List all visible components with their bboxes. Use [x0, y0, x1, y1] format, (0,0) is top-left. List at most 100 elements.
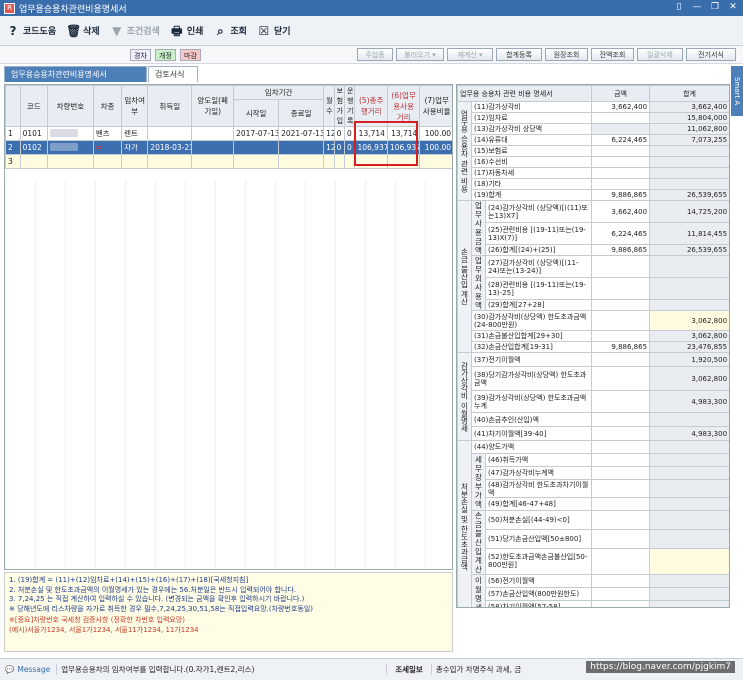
amount-cell[interactable] — [591, 277, 651, 300]
amount-cell[interactable]: 9,886,865 — [591, 189, 651, 201]
statement-row[interactable]: (28)관련비용 [(19-11)또는(19-13)-25] — [458, 277, 729, 300]
print-button[interactable]: 🖶 인쇄 — [170, 24, 203, 38]
months-cell[interactable] — [323, 154, 335, 169]
amount-cell[interactable] — [591, 510, 651, 530]
months-cell[interactable]: 12 — [323, 126, 335, 141]
ins-cell[interactable]: 0 — [333, 126, 346, 141]
recalc-button[interactable]: 재계산 ▾ — [447, 48, 493, 61]
condition-search-button[interactable]: ▼ 조건검색 — [110, 24, 160, 38]
ratio-cell[interactable]: 100.00 — [419, 126, 452, 141]
end-cell[interactable] — [278, 154, 325, 169]
statement-row[interactable]: (49)합계[46-47+48] — [458, 497, 729, 511]
statement-row[interactable]: (25)관련비용 [(19-11)또는(19-13)X(7)] 6,224,465… — [458, 222, 729, 245]
amount-cell[interactable]: 9,886,865 — [591, 341, 651, 353]
load-button[interactable]: 불러오기 ▾ — [396, 48, 444, 61]
statement-row[interactable]: 세무 장부 가액 (46)취득가액 — [458, 453, 729, 511]
amount-cell[interactable] — [591, 352, 651, 367]
amount-cell[interactable] — [591, 600, 651, 607]
statement-row[interactable]: (47)감가상각비누계액 — [458, 466, 729, 480]
statement-row[interactable]: (40)손금추인(산입)액 — [458, 412, 729, 427]
amount-cell[interactable] — [591, 366, 651, 391]
statement-row[interactable]: 손금 불산입 계산 업무 사용 금액 (24)감가상각비 (상당액)[((11)또는… — [457, 200, 729, 353]
acq-cell[interactable] — [147, 154, 193, 169]
statement-row[interactable]: (15)보험료 — [458, 145, 729, 157]
amount-cell[interactable] — [591, 145, 651, 157]
plate-cell[interactable] — [46, 140, 94, 155]
amount-cell[interactable] — [591, 156, 651, 168]
lease-cell[interactable]: 자가 — [121, 140, 149, 155]
statement-row[interactable]: 처분손실 및 한도초과금액 (44)양도가액 — [457, 440, 729, 607]
amount-cell[interactable]: 6,224,465 — [591, 134, 651, 146]
amount-cell[interactable]: 3,662,400 — [591, 200, 651, 223]
statement-row[interactable]: (16)수선비 — [458, 156, 729, 168]
ratio-cell[interactable]: 100.00 — [419, 140, 452, 155]
statement-row[interactable]: (38)당기감가상각비(상당액) 한도초과금액 3,062,800 — [458, 366, 729, 391]
bulk-delete-button[interactable]: 일괄삭제 — [637, 48, 683, 61]
amount-cell[interactable] — [591, 299, 651, 311]
amount-cell[interactable] — [591, 390, 651, 413]
amount-cell[interactable] — [591, 479, 651, 498]
code-cell[interactable] — [19, 154, 48, 169]
amount-cell[interactable] — [591, 574, 651, 588]
statement-row[interactable]: (13)감가상각비 상당액 11,062,800 — [458, 123, 729, 135]
plate-cell[interactable] — [46, 126, 94, 141]
amount-cell[interactable] — [591, 587, 651, 601]
ratio-cell[interactable] — [419, 154, 452, 169]
lease-cell[interactable] — [121, 154, 149, 169]
amount-cell[interactable] — [591, 310, 651, 331]
end-cell[interactable]: 2021-07-13 — [278, 126, 325, 141]
book-icon[interactable]: ▯ — [673, 2, 685, 13]
close-icon[interactable]: ✕ — [727, 2, 739, 13]
disp-cell[interactable] — [191, 126, 235, 141]
amount-cell[interactable] — [591, 123, 651, 135]
disp-cell[interactable] — [191, 154, 235, 169]
lease-cell[interactable]: 렌트 — [121, 126, 149, 141]
prior-form-button[interactable]: 전기서식 — [686, 48, 736, 61]
statement-row[interactable]: (30)감가상각비(상당액) 한도초과금액(24-800만원) 3,062,800 — [458, 310, 729, 331]
ledger-inquiry-button[interactable]: 원장조회 — [545, 48, 588, 61]
statement-row[interactable]: (19)합계 9,886,865 26,539,655 — [458, 189, 729, 201]
plate-cell[interactable] — [46, 154, 94, 169]
type-cell[interactable] — [92, 154, 123, 169]
statement-row[interactable]: (26)합계[(24)+(25)] 9,886,865 26,539,655 — [458, 244, 729, 256]
inquiry-button[interactable]: ⌕ 조회 — [213, 24, 247, 38]
main-business-button[interactable]: 주업종 — [357, 48, 393, 61]
acq-cell[interactable]: 2018-03-23 — [147, 140, 193, 155]
acq-cell[interactable] — [147, 126, 193, 141]
restore-icon[interactable]: ❐ — [709, 2, 721, 13]
amount-cell[interactable] — [591, 547, 651, 576]
tab-expense-statement[interactable]: 업무용승용차관련비용명세서 — [4, 66, 147, 82]
statement-row[interactable]: (32)손금산입합계[19-31] 9,886,865 23,476,855 — [458, 341, 729, 353]
amount-cell[interactable] — [591, 412, 651, 427]
statement-row[interactable]: (12)임차료 15,804,000 — [458, 112, 729, 124]
smart-a-panel[interactable]: Smart A — [731, 66, 743, 116]
statement-row[interactable]: 손금 불산입 계산 (50)처분손실[(44-49)<0] — [458, 510, 729, 575]
amount-cell[interactable] — [591, 255, 651, 278]
amount-cell[interactable]: 3,662,400 — [591, 101, 651, 113]
small-car-tag[interactable]: 경차 — [130, 49, 151, 61]
code-help-button[interactable]: ? 코드도움 — [6, 24, 57, 38]
statement-row[interactable]: (31)손금불산입합계[29+30] 3,062,800 — [458, 330, 729, 342]
tax-news-text[interactable]: 총수입가 차명주식 과세, 금 — [432, 664, 521, 675]
statement-row[interactable]: (14)유류대 6,224,465 7,073,255 — [458, 134, 729, 146]
end-cell[interactable] — [278, 140, 325, 155]
amount-cell[interactable] — [591, 453, 651, 467]
statement-row[interactable]: 이월 명세 (56)전기이월액 — [458, 574, 729, 607]
delete-button[interactable]: 🗑 삭제 — [66, 24, 100, 38]
statement-row[interactable]: (18)기타 — [458, 178, 729, 190]
amount-cell[interactable] — [591, 440, 651, 454]
minimize-icon[interactable]: — — [691, 2, 703, 13]
amount-cell[interactable] — [591, 167, 651, 179]
statement-row[interactable]: (17)자동차세 — [458, 167, 729, 179]
statement-row[interactable]: (48)감가상각비 한도초과차기이월액 — [458, 479, 729, 498]
amount-cell[interactable]: 6,224,465 — [591, 222, 651, 245]
amount-cell[interactable] — [591, 330, 651, 342]
tax-news-label[interactable]: 조세일보 — [386, 664, 432, 675]
start-cell[interactable] — [233, 140, 280, 155]
total-register-button[interactable]: 합계등록 — [496, 48, 542, 61]
statement-row[interactable]: 감가상각비 이월명세 (37)전기이월액 1,920,500 — [457, 352, 729, 441]
amount-cell[interactable] — [591, 426, 651, 441]
tab-review-form[interactable]: 검토서식 — [148, 66, 198, 82]
ins-cell[interactable] — [333, 154, 346, 169]
statement-row[interactable]: (51)당기손금산입액[50±800] — [458, 528, 729, 549]
